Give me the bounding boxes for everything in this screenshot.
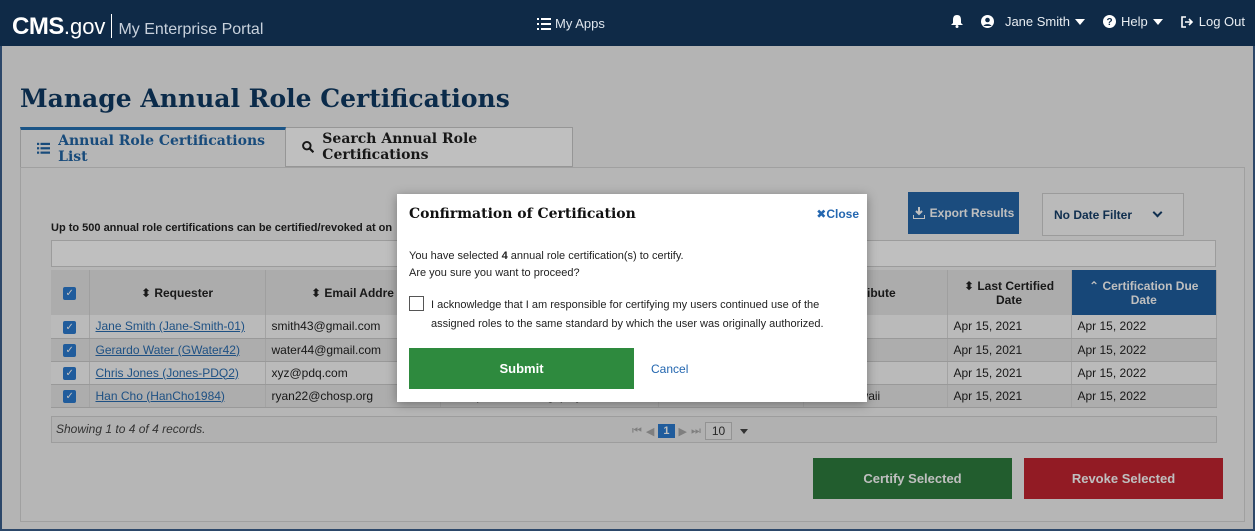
user-menu[interactable]: Jane Smith	[980, 14, 1085, 29]
submit-button[interactable]: Submit	[409, 348, 634, 389]
cancel-link[interactable]: Cancel	[651, 362, 688, 376]
selection-summary: You have selected 4 annual role certific…	[409, 250, 684, 262]
logout-button[interactable]: Log Out	[1180, 14, 1245, 29]
my-apps-label: My Apps	[555, 16, 605, 31]
brand-gov: .gov	[63, 14, 106, 39]
chevron-down-icon	[1074, 18, 1085, 25]
list-icon	[537, 17, 551, 30]
notifications-button[interactable]	[950, 15, 963, 28]
user-name: Jane Smith	[1004, 14, 1070, 29]
nav-right: Jane Smith ? Help Log Out	[933, 14, 1245, 29]
portal-name: My Enterprise Portal	[118, 21, 264, 38]
brand-divider	[111, 14, 113, 38]
brand-logo[interactable]: CMS .gov My Enterprise Portal	[12, 10, 263, 41]
brand-cms: CMS	[12, 13, 64, 40]
modal-title: Confirmation of Certification	[409, 206, 636, 222]
confirmation-modal: Confirmation of Certification ✖Close You…	[397, 194, 867, 402]
close-button[interactable]: ✖Close	[816, 207, 859, 221]
chevron-down-icon	[1152, 18, 1163, 25]
bell-icon	[950, 15, 963, 28]
close-label: Close	[826, 207, 859, 221]
acknowledge-text: I acknowledge that I am responsible for …	[431, 299, 824, 330]
close-icon: ✖	[816, 207, 827, 221]
help-menu[interactable]: ? Help	[1102, 14, 1163, 29]
help-label: Help	[1120, 14, 1148, 29]
user-circle-icon	[980, 15, 994, 28]
my-apps-menu[interactable]: My Apps	[537, 16, 605, 31]
proceed-question: Are you sure you want to proceed?	[409, 267, 580, 279]
logout-label: Log Out	[1198, 14, 1245, 29]
acknowledge-checkbox[interactable]	[409, 296, 424, 311]
svg-text:?: ?	[1106, 17, 1112, 28]
sign-out-icon	[1180, 15, 1193, 28]
top-nav: CMS .gov My Enterprise Portal My Apps Jan…	[0, 0, 1255, 46]
question-circle-icon: ?	[1102, 15, 1116, 28]
